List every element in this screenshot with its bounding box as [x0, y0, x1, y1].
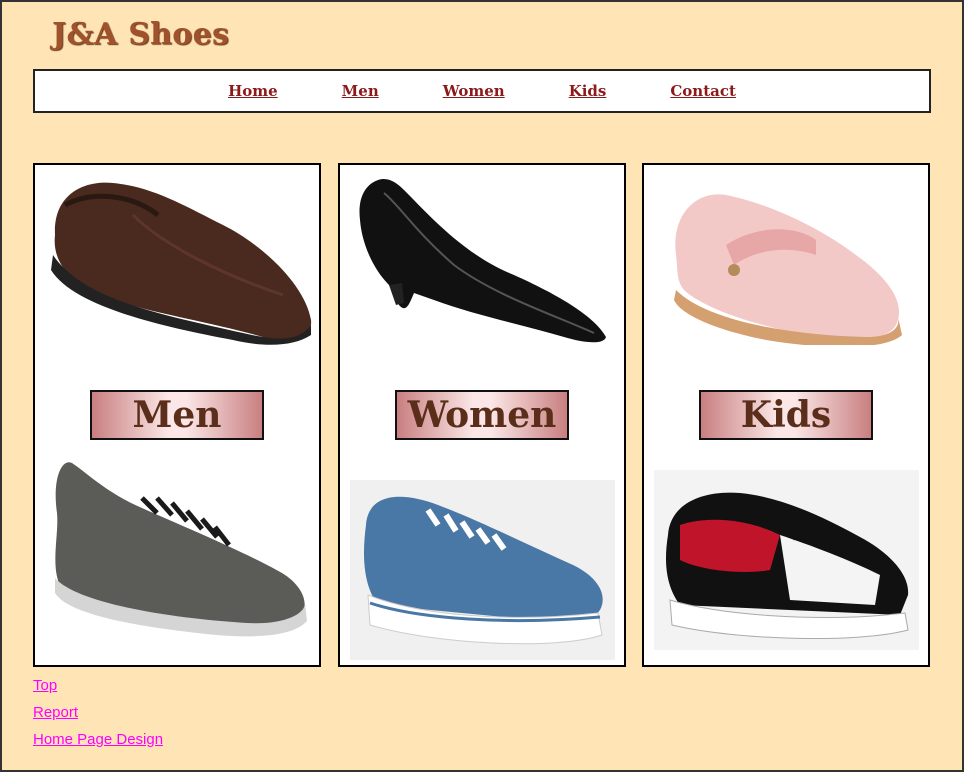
women-category-card[interactable]: Women — [338, 163, 626, 667]
red-black-sneaker-image — [665, 492, 909, 640]
kids-label[interactable]: Kids — [699, 390, 873, 440]
footer-links: Top Report Home Page Design — [33, 672, 163, 753]
blue-canvas-sneaker-image — [363, 496, 603, 645]
footer-report-link[interactable]: Report — [33, 699, 163, 726]
grey-sneaker-image — [55, 462, 307, 637]
footer-home-page-design-link[interactable]: Home Page Design — [33, 726, 163, 753]
nav-kids-link[interactable]: Kids — [569, 82, 607, 100]
footer-top-link[interactable]: Top — [33, 672, 163, 699]
site-title: J&A Shoes — [52, 17, 230, 52]
nav-home-link[interactable]: Home — [228, 82, 278, 100]
nav-contact-link[interactable]: Contact — [670, 82, 736, 100]
pink-kids-shoe-image — [674, 194, 902, 345]
men-category-card[interactable]: Men — [33, 163, 321, 667]
women-label[interactable]: Women — [395, 390, 569, 440]
nav-women-link[interactable]: Women — [443, 82, 505, 100]
black-pump-image — [359, 179, 606, 343]
brown-loafer-image — [51, 182, 312, 345]
main-nav: Home Men Women Kids Contact — [33, 69, 931, 113]
men-label-text: Men — [132, 394, 222, 436]
kids-label-text: Kids — [740, 394, 832, 436]
kids-category-card[interactable]: Kids — [642, 163, 930, 667]
women-label-text: Women — [407, 394, 557, 436]
men-label[interactable]: Men — [90, 390, 264, 440]
nav-men-link[interactable]: Men — [342, 82, 379, 100]
